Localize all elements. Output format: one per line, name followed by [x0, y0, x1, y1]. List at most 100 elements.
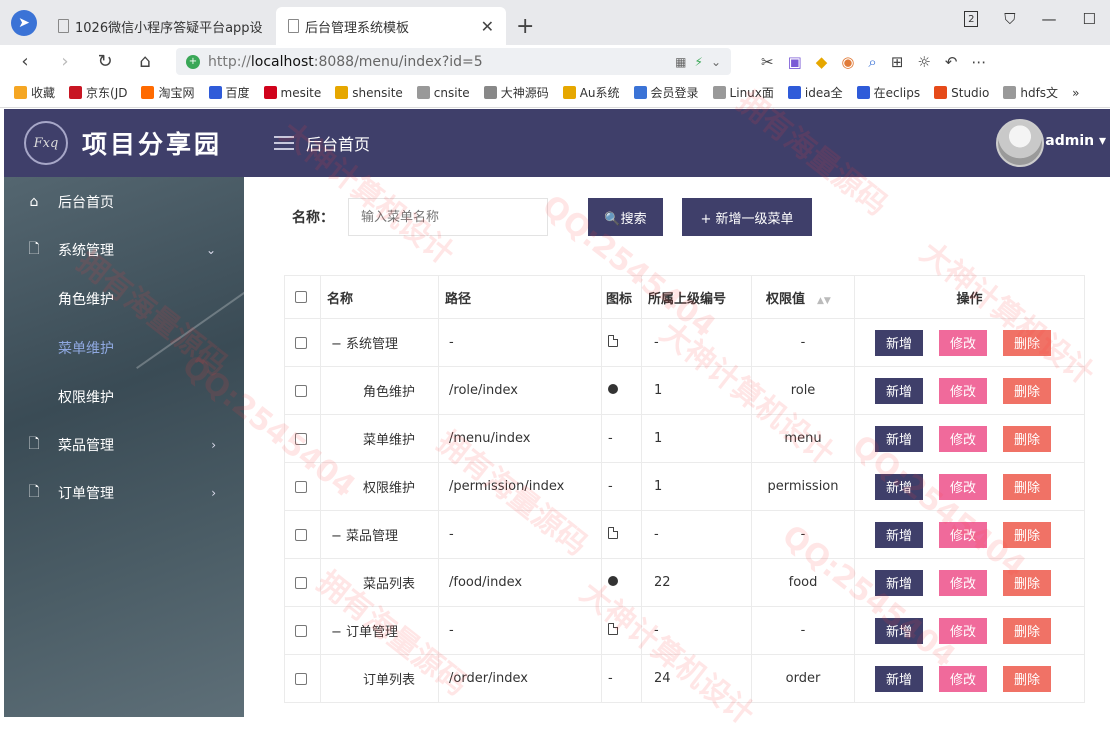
reload-icon[interactable]: ↻ — [88, 51, 122, 72]
row-checkbox[interactable] — [295, 624, 307, 637]
bookmark-item[interactable]: hdfs文 — [1003, 84, 1058, 101]
search-input[interactable] — [348, 198, 548, 236]
row-checkbox[interactable] — [295, 384, 307, 397]
browser-tab-1[interactable]: 1026微信小程序答疑平台app设 — [46, 7, 276, 45]
row-checkbox[interactable] — [295, 480, 307, 493]
sidebar-item[interactable]: 🗋 订单管理 › — [4, 469, 244, 517]
home-icon[interactable]: ⌂ — [128, 51, 162, 72]
user-menu[interactable]: admin ▾ — [1045, 133, 1106, 149]
edit-button[interactable]: 修改 — [939, 377, 987, 404]
add-button[interactable]: 新增 — [875, 617, 923, 644]
avatar[interactable] — [996, 119, 1044, 167]
edit-button[interactable]: 修改 — [939, 665, 987, 692]
back-icon[interactable]: ‹ — [8, 51, 42, 72]
cell-parent-id: - — [641, 318, 752, 367]
bookmark-item[interactable]: 京东(JD — [69, 84, 127, 101]
sidebar-item[interactable]: 权限维护 — [4, 372, 244, 421]
bookmark-item[interactable]: 收藏 — [14, 84, 55, 101]
delete-button[interactable]: 删除 — [1003, 665, 1051, 692]
forward-icon[interactable]: › — [48, 51, 82, 72]
row-checkbox[interactable] — [295, 432, 307, 445]
table-header-row: 名称 路径 图标 所属上级编号 权限值 ▲▼ 操作 — [284, 275, 1085, 319]
edit-button[interactable]: 修改 — [939, 425, 987, 452]
qr-icon[interactable]: ▦ — [675, 55, 686, 69]
tab-title: 后台管理系统模板 — [305, 20, 410, 36]
search-button[interactable]: 🔍搜索 — [588, 198, 663, 236]
delete-button[interactable]: 删除 — [1003, 473, 1051, 500]
bookmark-item[interactable]: Studio — [934, 86, 989, 100]
hamburger-icon[interactable] — [274, 136, 295, 150]
row-checkbox[interactable] — [295, 528, 307, 541]
select-all-checkbox[interactable] — [295, 291, 307, 303]
delete-button[interactable]: 删除 — [1003, 521, 1051, 548]
add-top-menu-button[interactable]: + 新增一级菜单 — [682, 198, 812, 236]
row-checkbox[interactable] — [295, 336, 307, 349]
add-button[interactable]: 新增 — [875, 569, 923, 596]
bookmark-item[interactable]: Linux面 — [712, 84, 774, 101]
delete-button[interactable]: 删除 — [1003, 329, 1051, 356]
add-button[interactable]: 新增 — [875, 377, 923, 404]
delete-button[interactable]: 删除 — [1003, 569, 1051, 596]
brightness-icon[interactable]: ☼ — [917, 53, 930, 71]
bookmark-item[interactable]: idea全 — [787, 84, 843, 101]
close-tab-icon[interactable]: ✕ — [481, 17, 494, 36]
chevron-down-icon[interactable]: ⌄ — [711, 55, 721, 69]
edit-button[interactable]: 修改 — [939, 569, 987, 596]
sidebar-item[interactable]: 🗋 系统管理 ⌄ — [4, 226, 244, 274]
edit-button[interactable]: 修改 — [939, 521, 987, 548]
bookmark-item[interactable]: 在eclips — [856, 84, 920, 101]
minimize-icon[interactable]: — — [1042, 10, 1057, 28]
bookmark-item[interactable]: 会员登录 — [633, 84, 699, 101]
sidebar-item[interactable]: 菜单维护 — [4, 323, 244, 372]
undo-icon[interactable]: ↶ — [945, 53, 958, 71]
no-icon-dash: - — [608, 479, 613, 494]
cell-name: 角色维护 — [320, 366, 439, 415]
delete-button[interactable]: 删除 — [1003, 617, 1051, 644]
shirt-icon[interactable]: ⛉ — [1004, 10, 1015, 28]
sidebar-item[interactable]: 🗋 菜品管理 › — [4, 421, 244, 469]
edit-button[interactable]: 修改 — [939, 617, 987, 644]
add-button[interactable]: 新增 — [875, 329, 923, 356]
sidebar-item[interactable]: ⌂ 后台首页 — [4, 178, 244, 226]
browser-tab-2[interactable]: 后台管理系统模板 ✕ — [276, 7, 506, 45]
maximize-icon[interactable]: ☐ — [1083, 10, 1096, 28]
bookmark-item[interactable]: 大神源码 — [483, 84, 549, 101]
bookmark-item[interactable]: cnsite — [416, 86, 470, 100]
add-button[interactable]: 新增 — [875, 425, 923, 452]
more-bookmarks-icon[interactable]: » — [1072, 86, 1079, 100]
permission-header-label: 权限值 — [766, 291, 806, 307]
delete-button[interactable]: 删除 — [1003, 425, 1051, 452]
sort-icon[interactable]: ▲▼ — [817, 296, 831, 306]
sidebar-item[interactable]: 角色维护 — [4, 274, 244, 323]
row-checkbox[interactable] — [295, 672, 307, 685]
add-button[interactable]: 新增 — [875, 665, 923, 692]
scissors-icon[interactable]: ✂ — [761, 53, 774, 71]
grid-icon[interactable]: ⊞ — [891, 53, 904, 71]
bookmark-item[interactable]: 淘宝网 — [141, 84, 195, 101]
column-header-permission[interactable]: 权限值 ▲▼ — [751, 275, 855, 319]
row-checkbox[interactable] — [295, 576, 307, 589]
cell-icon — [601, 510, 642, 559]
delete-button[interactable]: 删除 — [1003, 377, 1051, 404]
bookmark-item[interactable]: 百度 — [208, 84, 250, 101]
shield-icon[interactable]: ◆ — [816, 53, 828, 71]
magnifier-icon[interactable]: ⌕ — [868, 53, 876, 71]
header-title[interactable]: 后台首页 — [306, 131, 370, 155]
bookmark-item[interactable]: shensite — [335, 86, 403, 100]
edit-button[interactable]: 修改 — [939, 329, 987, 356]
edit-button[interactable]: 修改 — [939, 473, 987, 500]
add-button[interactable]: 新增 — [875, 473, 923, 500]
tab-count-icon[interactable]: 2 — [964, 11, 979, 27]
cell-path: - — [438, 606, 602, 655]
bookmark-item[interactable]: Au系统 — [562, 84, 620, 101]
translate-icon[interactable]: ▣ — [788, 53, 802, 71]
menu-dots-icon[interactable]: ⋯ — [971, 53, 986, 71]
bookmark-item[interactable]: mesite — [263, 86, 321, 100]
new-tab-icon[interactable]: + — [506, 14, 544, 45]
page-icon — [58, 19, 69, 33]
url-field[interactable]: + http://localhost:8088/menu/index?id=5 … — [176, 48, 731, 75]
lightning-icon[interactable]: ⚡ — [695, 55, 703, 69]
add-button[interactable]: 新增 — [875, 521, 923, 548]
browser-logo-icon[interactable]: ➤ — [11, 10, 37, 36]
gamepad-icon[interactable]: ◉ — [841, 53, 854, 71]
